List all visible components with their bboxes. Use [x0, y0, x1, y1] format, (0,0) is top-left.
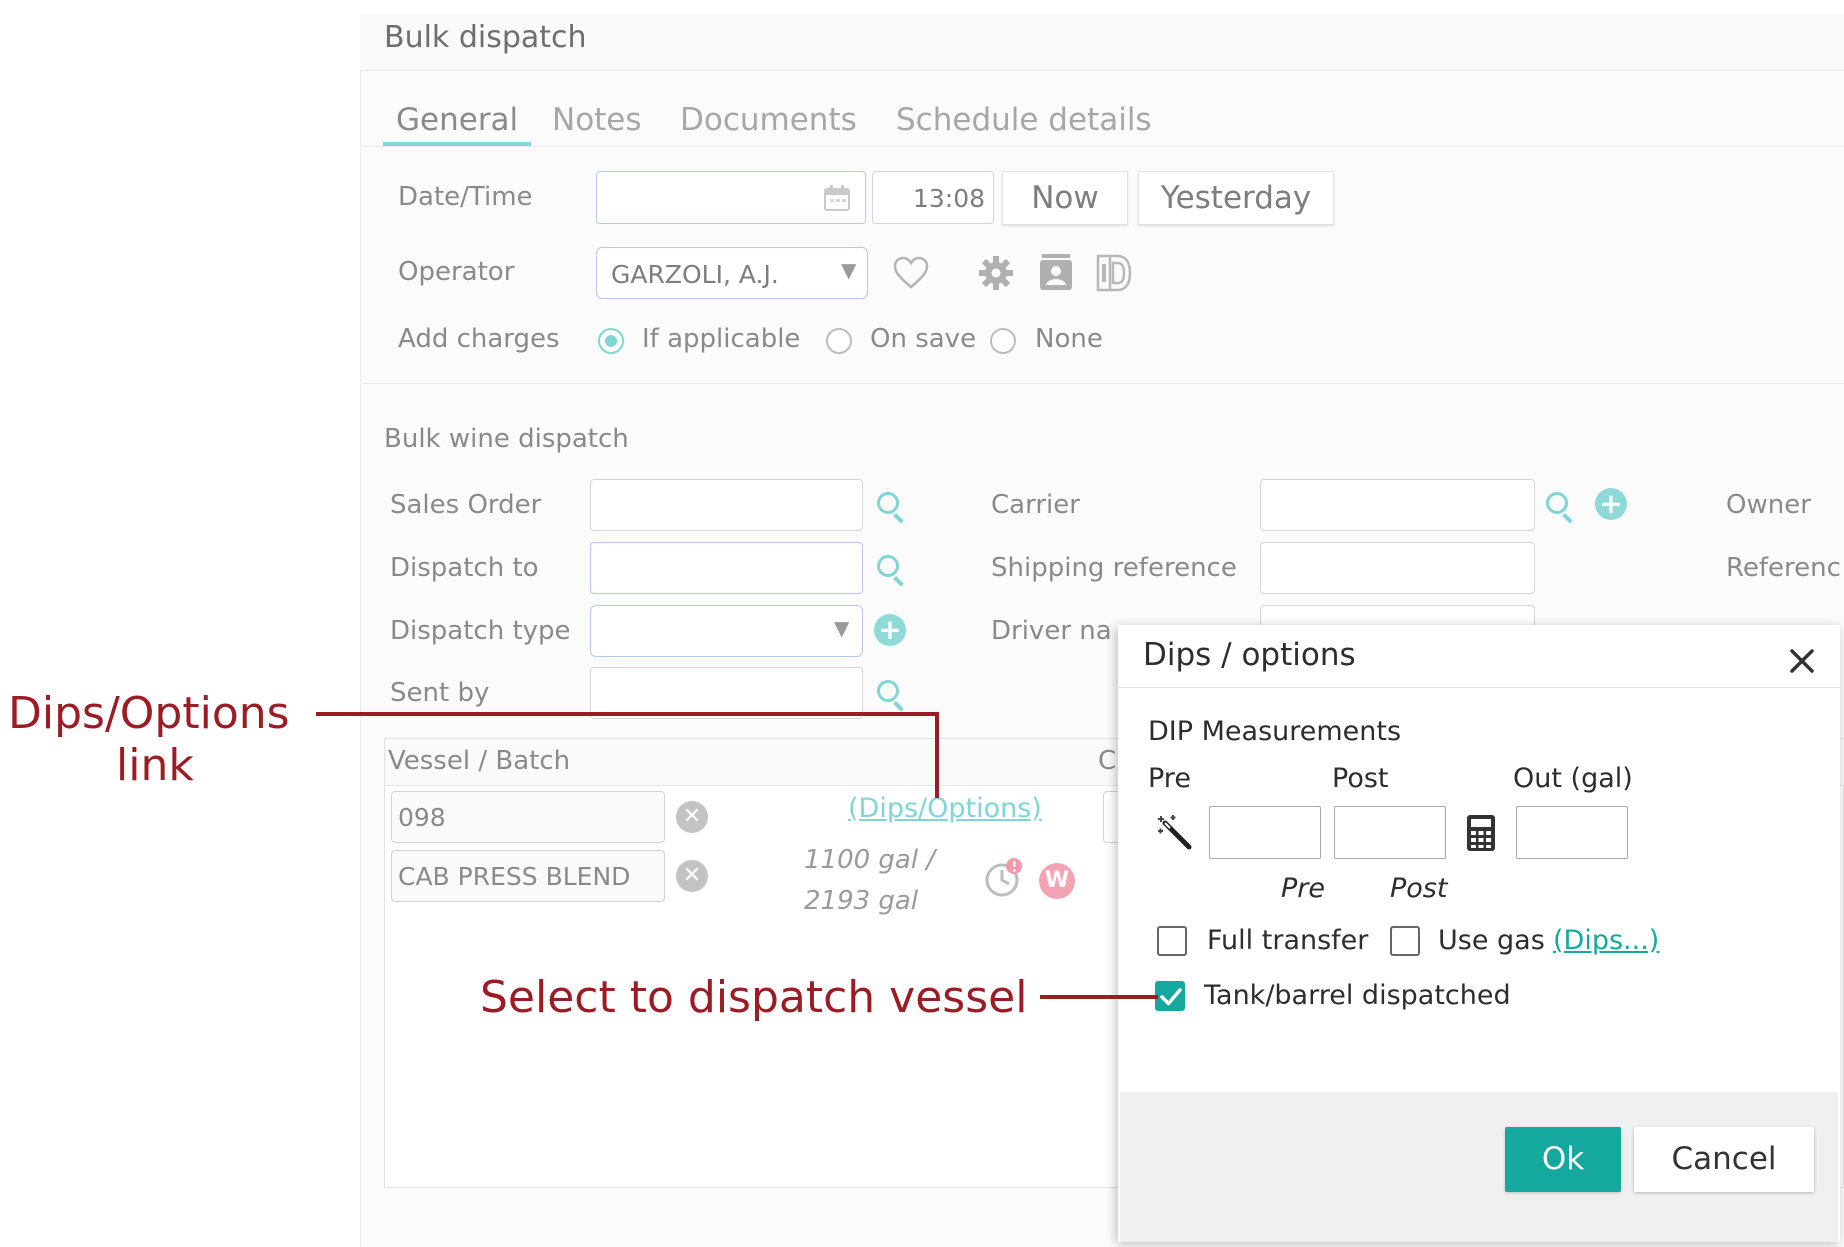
carrier-label: Carrier — [991, 490, 1080, 520]
charges-option-on-save: On save — [870, 324, 977, 354]
batch-input[interactable]: CAB PRESS BLEND — [391, 850, 665, 902]
calculator-icon[interactable] — [1466, 814, 1496, 852]
clear-batch-icon[interactable]: ✕ — [676, 860, 708, 892]
charges-radio-on-save[interactable] — [826, 328, 852, 354]
section-title: Bulk wine dispatch — [384, 424, 629, 454]
volume-line1: 1100 gal / — [804, 845, 936, 875]
dips-options-link[interactable]: (Dips/Options) — [848, 793, 1042, 824]
volume-line2: 2193 gal — [804, 886, 919, 916]
carrier-search-icon[interactable] — [1546, 492, 1568, 514]
charges-radio-none[interactable] — [990, 328, 1016, 354]
vessel-value: 098 — [398, 803, 446, 832]
reference-label: Referenc — [1726, 553, 1841, 583]
id-document-icon[interactable] — [1096, 254, 1132, 292]
dispatch-type-select[interactable]: ▼ — [590, 605, 863, 657]
tab-documents[interactable]: Documents — [680, 102, 857, 138]
sent-by-label: Sent by — [390, 678, 490, 708]
shipping-reference-label: Shipping reference — [991, 553, 1237, 583]
time-input[interactable]: 13:08 — [872, 171, 994, 224]
dispatch-to-search-icon[interactable] — [877, 555, 899, 577]
annotation-select-text: Select to dispatch vessel — [480, 972, 1028, 1023]
owner-label: Owner — [1726, 490, 1811, 520]
clock-alert-icon[interactable] — [983, 856, 1025, 900]
column-header-partial: C — [1098, 746, 1117, 776]
col-pre-label: Pre — [1148, 763, 1191, 794]
add-charges-label: Add charges — [398, 324, 560, 354]
annotation-select-connector — [1040, 995, 1158, 999]
dispatch-to-label: Dispatch to — [390, 553, 539, 583]
dispatch-type-label: Dispatch type — [390, 616, 571, 646]
vessel-batch-header: Vessel / Batch — [388, 746, 571, 776]
yesterday-button[interactable]: Yesterday — [1138, 171, 1334, 225]
col-out-label: Out (gal) — [1513, 763, 1633, 794]
dialog-title: Dips / options — [1143, 637, 1356, 673]
magic-wand-icon[interactable] — [1156, 814, 1192, 850]
ok-button[interactable]: Ok — [1505, 1127, 1621, 1192]
driver-name-input[interactable] — [1260, 605, 1535, 627]
use-gas-label: Use gas — [1438, 925, 1545, 956]
dip-measurements-heading: DIP Measurements — [1148, 716, 1402, 747]
section-divider — [360, 383, 1844, 384]
operator-value: GARZOLI, A.J. — [611, 260, 779, 289]
full-transfer-checkbox[interactable] — [1157, 926, 1187, 956]
use-gas-checkbox[interactable] — [1390, 926, 1420, 956]
sales-order-search-icon[interactable] — [877, 492, 899, 514]
cancel-button[interactable]: Cancel — [1634, 1127, 1814, 1192]
operator-select[interactable]: GARZOLI, A.J. ▼ — [596, 247, 868, 299]
annotation-connector-h — [316, 712, 938, 716]
dip-out-input[interactable] — [1516, 806, 1628, 859]
annotation-dips-line2: link — [116, 740, 194, 791]
annotation-dips-line1: Dips/Options — [8, 688, 290, 739]
sales-order-label: Sales Order — [390, 490, 542, 520]
add-carrier-icon[interactable]: + — [1595, 488, 1627, 520]
tab-divider — [360, 146, 1844, 147]
calendar-icon[interactable] — [823, 184, 851, 212]
window-title: Bulk dispatch — [384, 20, 587, 55]
col-post-label: Post — [1332, 763, 1389, 794]
operator-label: Operator — [398, 257, 515, 287]
charges-radio-if-applicable[interactable] — [598, 328, 624, 354]
time-value: 13:08 — [912, 184, 985, 213]
charges-option-if-applicable: If applicable — [642, 324, 801, 354]
carrier-input[interactable] — [1260, 479, 1535, 531]
chevron-down-icon: ▼ — [834, 616, 850, 640]
add-dispatch-type-icon[interactable]: + — [874, 614, 906, 646]
batch-value: CAB PRESS BLEND — [398, 862, 631, 891]
vessel-input[interactable]: 098 — [391, 791, 665, 843]
tab-notes[interactable]: Notes — [552, 102, 642, 138]
gear-icon[interactable] — [978, 255, 1014, 291]
dip-post-input[interactable] — [1334, 806, 1446, 859]
dips-link[interactable]: (Dips...) — [1553, 925, 1659, 956]
contact-card-icon[interactable] — [1038, 252, 1074, 292]
sent-by-search-icon[interactable] — [877, 680, 899, 702]
dip-pre-input[interactable] — [1209, 806, 1321, 859]
tab-general[interactable]: General — [396, 102, 518, 138]
datetime-label: Date/Time — [398, 182, 533, 212]
charges-option-none: None — [1035, 324, 1103, 354]
date-input[interactable] — [596, 171, 866, 224]
annotation-connector-v — [935, 712, 939, 798]
tank-dispatched-label: Tank/barrel dispatched — [1204, 980, 1511, 1011]
shipping-reference-input[interactable] — [1260, 542, 1535, 594]
tab-schedule-details[interactable]: Schedule details — [896, 102, 1152, 138]
close-icon[interactable] — [1789, 648, 1815, 674]
sales-order-input[interactable] — [590, 479, 863, 531]
checkmark-icon — [1160, 988, 1182, 1006]
driver-name-label: Driver na — [991, 616, 1112, 646]
sub-post-label: Post — [1390, 873, 1448, 904]
clear-vessel-icon[interactable]: ✕ — [676, 801, 708, 833]
full-transfer-label: Full transfer — [1207, 925, 1369, 956]
dispatch-to-input[interactable] — [590, 542, 863, 594]
chevron-down-icon: ▼ — [841, 258, 857, 282]
sub-pre-label: Pre — [1281, 873, 1325, 904]
favorite-heart-icon[interactable] — [893, 256, 929, 290]
now-button[interactable]: Now — [1002, 171, 1128, 225]
tank-dispatched-checkbox[interactable] — [1155, 981, 1185, 1011]
w-badge-icon[interactable]: W — [1039, 863, 1075, 899]
